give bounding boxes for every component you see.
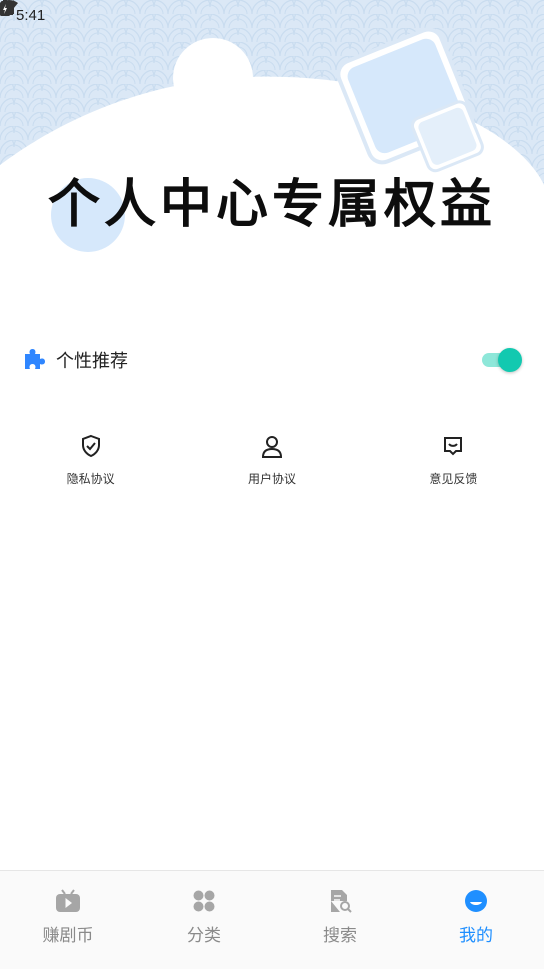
grid-icon (191, 889, 217, 917)
privacy-policy-label: 隐私协议 (66, 472, 115, 486)
document-search-icon (327, 889, 353, 917)
status-bar: 5:41 (0, 0, 544, 30)
nav-earn-coins[interactable]: 赚剧币 (0, 871, 136, 969)
feedback-link[interactable]: 意见反馈 (363, 434, 544, 487)
nav-mine-label: 我的 (459, 926, 493, 946)
nav-category-label: 分类 (187, 926, 221, 946)
personalized-recommendation-label: 个性推荐 (56, 351, 128, 372)
hero-title: 个人中心专属权益 (47, 175, 496, 235)
status-time: 5:41 (16, 6, 46, 24)
personalized-recommendation-toggle[interactable] (482, 348, 522, 372)
profile-icon (463, 889, 489, 917)
hero-banner: 5:41 个人中心专属权益 (0, 0, 544, 320)
user-agreement-label: 用户协议 (247, 472, 296, 486)
user-icon (260, 434, 284, 462)
personalized-recommendation-row: 个性推荐 (22, 338, 522, 382)
hero-background (0, 0, 544, 320)
toggle-thumb (498, 348, 522, 372)
privacy-policy-link[interactable]: 隐私协议 (0, 434, 181, 487)
nav-search-label: 搜索 (323, 926, 357, 946)
nav-earn-coins-label: 赚剧币 (42, 926, 94, 946)
nav-mine[interactable]: 我的 (408, 871, 544, 969)
shield-check-icon (80, 434, 102, 462)
nav-category[interactable]: 分类 (136, 871, 272, 969)
tv-play-icon (55, 889, 81, 917)
feedback-icon (442, 434, 464, 462)
nav-search[interactable]: 搜索 (272, 871, 408, 969)
agreement-links: 隐私协议 用户协议 意见反馈 (0, 434, 544, 487)
feedback-label: 意见反馈 (429, 472, 478, 486)
bottom-navigation: 赚剧币 分类 搜索 我的 (0, 870, 544, 969)
user-agreement-link[interactable]: 用户协议 (181, 434, 362, 487)
puzzle-icon (22, 345, 48, 376)
